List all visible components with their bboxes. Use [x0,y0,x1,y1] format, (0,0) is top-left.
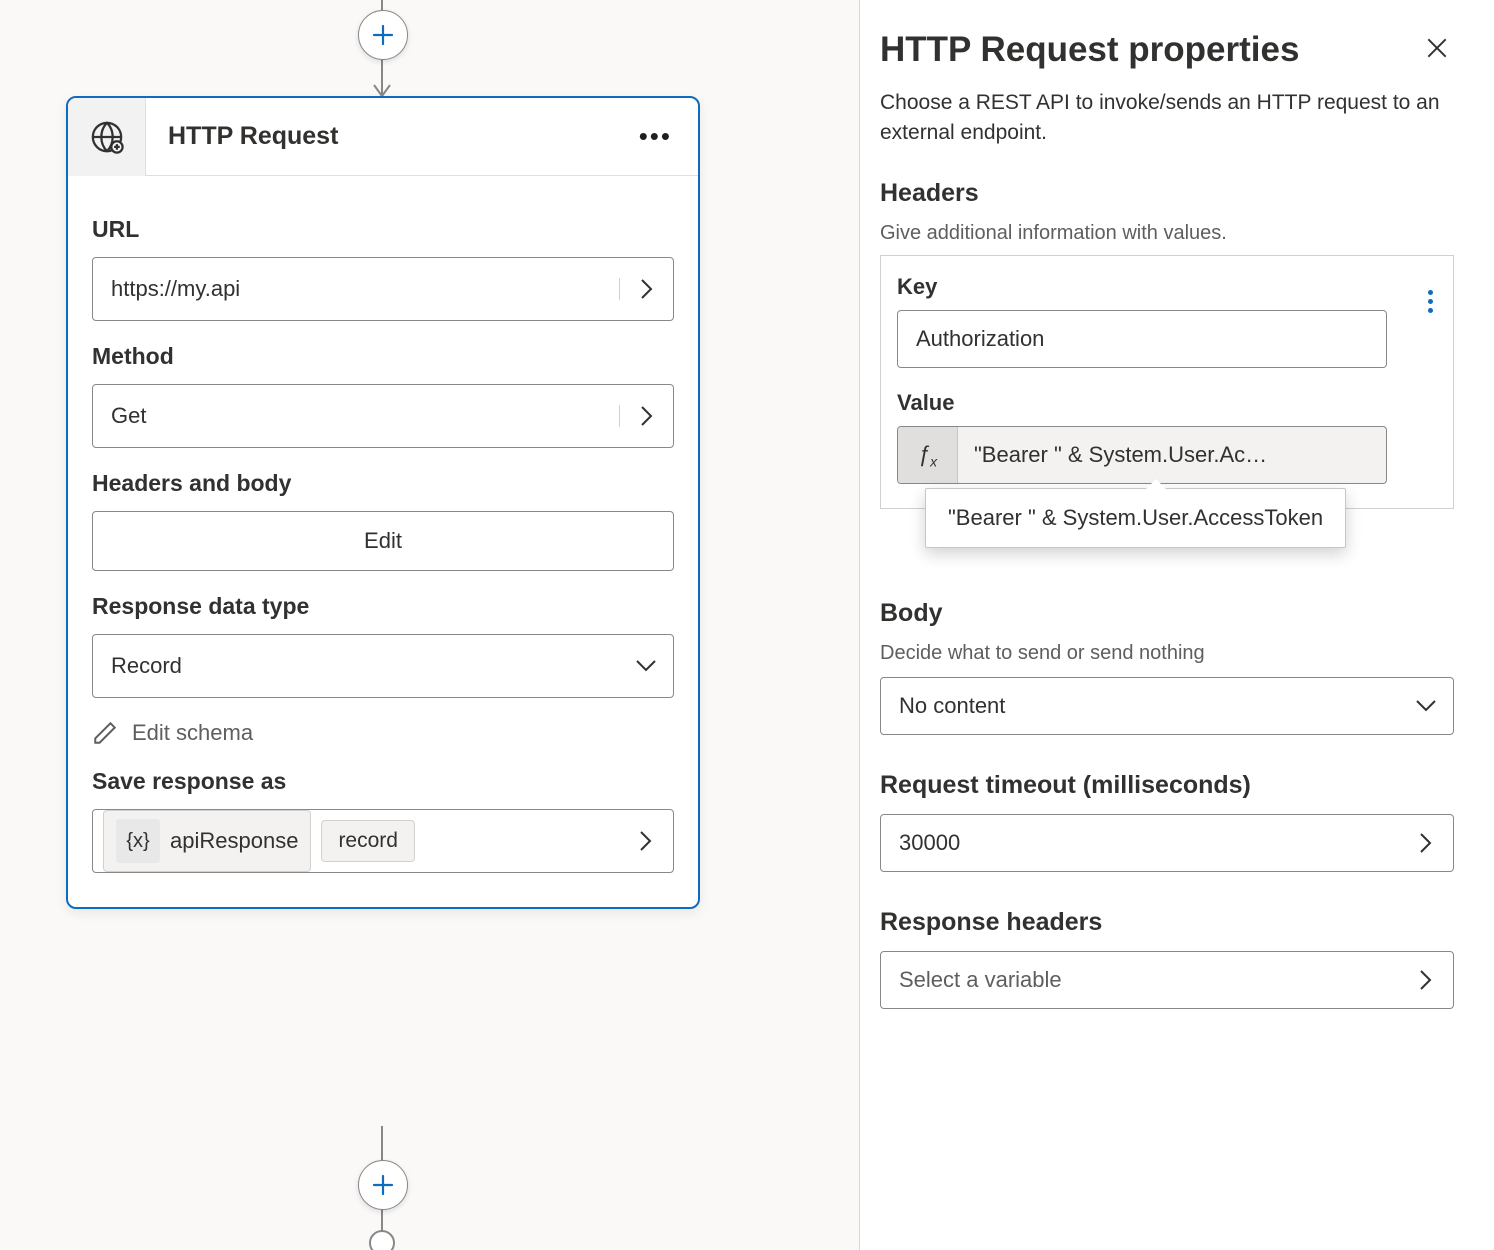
plus-icon [371,1173,395,1197]
chevron-right-icon[interactable] [1399,832,1453,854]
response-headers-select[interactable]: Select a variable [880,951,1454,1009]
headers-body-label: Headers and body [92,470,674,497]
method-input[interactable]: Get [92,384,674,448]
header-value-input[interactable]: ƒx "Bearer " & System.User.Ac… [897,426,1387,484]
edit-schema-label: Edit schema [132,720,253,746]
response-headers-label: Response headers [880,908,1454,937]
edit-button-label: Edit [364,528,402,554]
variable-icon: {x} [116,819,160,863]
chevron-down-icon[interactable] [619,659,673,673]
header-key-label: Key [897,274,1437,300]
body-section-title: Body [880,599,1454,628]
fx-icon: ƒx [898,427,958,483]
response-type-label: Response data type [92,593,674,620]
headers-section-title: Headers [880,179,1454,208]
header-more-button[interactable] [1424,286,1437,317]
add-step-button-top[interactable] [358,10,408,60]
variable-chip: {x} apiResponse [103,810,311,872]
http-icon [68,98,146,176]
close-button[interactable] [1420,31,1454,70]
save-response-label: Save response as [92,768,674,795]
tooltip-text: "Bearer " & System.User.AccessToken [948,505,1323,530]
edit-headers-button[interactable]: Edit [92,511,674,571]
body-section-sub: Decide what to send or send nothing [880,642,1454,665]
url-value: https://my.api [93,276,619,302]
url-input[interactable]: https://my.api [92,257,674,321]
header-key-value: Authorization [916,326,1044,352]
body-value: No content [881,693,1399,719]
panel-description: Choose a REST API to invoke/sends an HTT… [880,88,1454,149]
edit-schema-link[interactable]: Edit schema [92,720,674,746]
variable-name: apiResponse [170,828,298,854]
panel-title: HTTP Request properties [880,30,1420,70]
flow-canvas: HTTP Request ••• URL https://my.api Meth… [0,0,860,1250]
response-type-value: Record [93,653,619,679]
response-headers-placeholder: Select a variable [881,967,1399,993]
headers-section-sub: Give additional information with values. [880,222,1454,245]
plus-icon [371,23,395,47]
chevron-right-icon[interactable] [619,405,673,427]
header-value-label: Value [897,390,1437,416]
timeout-input[interactable]: 30000 [880,814,1454,872]
end-node [369,1230,395,1250]
http-request-card[interactable]: HTTP Request ••• URL https://my.api Meth… [66,96,700,909]
card-header: HTTP Request ••• [68,98,698,176]
chevron-right-icon[interactable] [1399,969,1453,991]
chevron-right-icon[interactable] [619,278,673,300]
expression-tooltip: "Bearer " & System.User.AccessToken [925,488,1346,548]
method-value: Get [93,403,619,429]
card-title: HTTP Request [168,122,613,151]
chevron-right-icon[interactable] [619,830,673,852]
chevron-down-icon[interactable] [1399,699,1453,713]
body-select[interactable]: No content [880,677,1454,735]
timeout-label: Request timeout (milliseconds) [880,771,1454,800]
properties-panel: HTTP Request properties Choose a REST AP… [860,0,1494,1250]
header-value-expr: "Bearer " & System.User.Ac… [958,442,1386,468]
header-entry: Key Authorization Value ƒx "Bearer " & S… [880,255,1454,509]
card-more-button[interactable]: ••• [613,121,698,152]
save-response-input[interactable]: {x} apiResponse record [92,809,674,873]
header-key-input[interactable]: Authorization [897,310,1387,368]
url-label: URL [92,216,674,243]
method-label: Method [92,343,674,370]
pencil-icon [92,720,118,746]
add-step-button-bottom[interactable] [358,1160,408,1210]
close-icon [1424,35,1450,61]
timeout-value: 30000 [881,830,1399,856]
variable-type-tag: record [321,820,415,862]
response-type-select[interactable]: Record [92,634,674,698]
